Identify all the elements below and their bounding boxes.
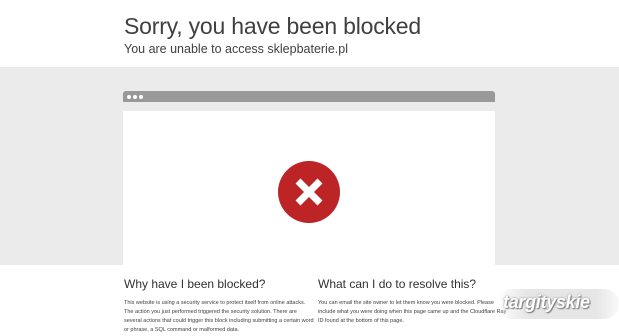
browser-illustration-bar bbox=[123, 91, 495, 102]
browser-dot bbox=[127, 95, 131, 99]
x-circle-icon bbox=[278, 161, 340, 223]
header: Sorry, you have been blocked You are una… bbox=[0, 0, 619, 67]
page-title: Sorry, you have been blocked bbox=[124, 13, 421, 39]
resolve-section: What can I do to resolve this? You can e… bbox=[318, 277, 508, 326]
page-subtitle: You are unable to access sklepbaterie.pl bbox=[124, 42, 348, 56]
watermark: targityskie bbox=[497, 289, 619, 319]
why-blocked-section: Why have I been blocked? This website is… bbox=[124, 277, 314, 335]
why-blocked-heading: Why have I been blocked? bbox=[124, 277, 266, 291]
resolve-text: You can email the site owner to let them… bbox=[318, 300, 507, 324]
browser-dot bbox=[139, 95, 143, 99]
why-blocked-text: This website is using a security service… bbox=[124, 300, 314, 333]
browser-illustration-window bbox=[123, 111, 495, 265]
watermark-text: targityskie bbox=[503, 292, 590, 312]
resolve-heading: What can I do to resolve this? bbox=[318, 277, 477, 291]
browser-dot bbox=[133, 95, 137, 99]
